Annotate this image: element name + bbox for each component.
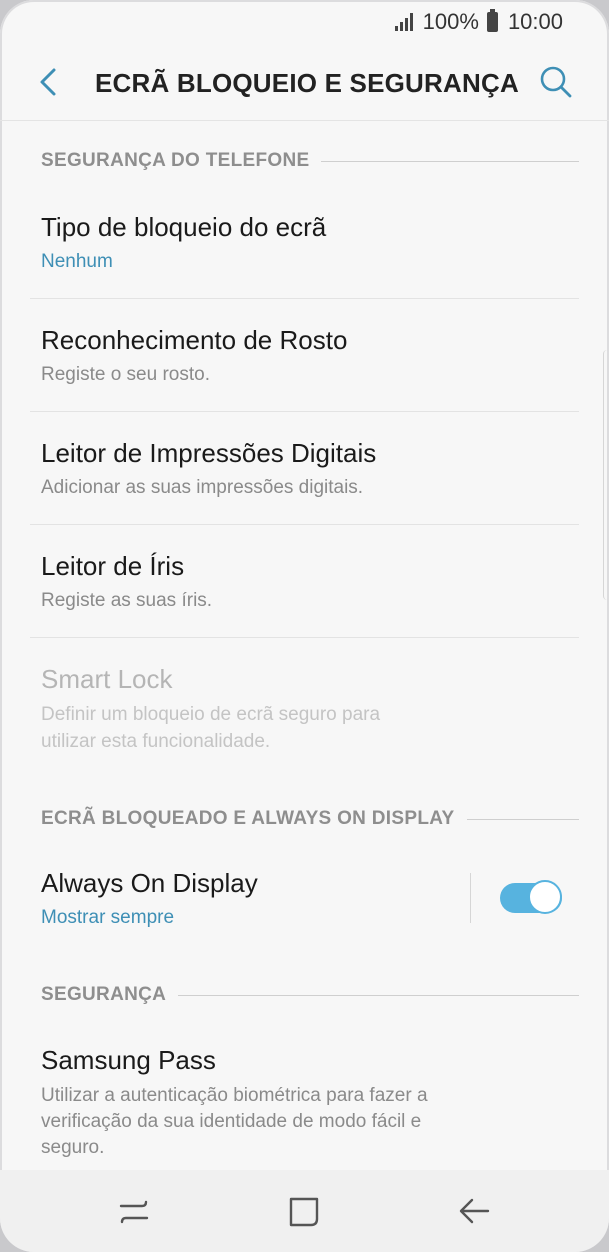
- setting-title: Leitor de Impressões Digitais: [41, 438, 377, 468]
- navigation-bar: [0, 1170, 609, 1252]
- section-label: SEGURANÇA DO TELEFONE: [41, 150, 310, 171]
- section-label: SEGURANÇA: [41, 984, 167, 1005]
- setting-subtitle: Registe o seu rosto.: [41, 364, 210, 385]
- toggle-knob: [528, 880, 562, 914]
- search-icon: [540, 66, 572, 98]
- setting-always-on-display[interactable]: Always On Display Mostrar sempre: [0, 856, 459, 954]
- setting-title: Tipo de bloqueio do ecrã: [41, 212, 327, 242]
- setting-face-recognition[interactable]: Reconhecimento de Rosto Registe o seu ro…: [0, 313, 609, 411]
- back-arrow-icon: [40, 68, 56, 96]
- home-icon: [289, 1197, 319, 1227]
- section-header-lock-screen-aod: ECRÃ BLOQUEADO E ALWAYS ON DISPLAY: [41, 808, 579, 830]
- setting-screen-lock-type[interactable]: Tipo de bloqueio do ecrã Nenhum: [0, 200, 609, 298]
- nav-back-icon: [459, 1198, 490, 1224]
- setting-subtitle-line2: verificação da sua identidade de modo fá…: [41, 1111, 422, 1132]
- recent-apps-icon: [119, 1200, 149, 1224]
- recent-apps-button[interactable]: [112, 1190, 156, 1234]
- setting-title: Always On Display: [41, 868, 258, 898]
- page-title: ECRÃ BLOQUEIO E SEGURANÇA: [95, 68, 519, 98]
- setting-subtitle: Nenhum: [41, 251, 113, 272]
- section-divider: [178, 994, 579, 996]
- section-header-security: SEGURANÇA: [41, 984, 579, 1006]
- divider: [30, 411, 579, 412]
- setting-title: Smart Lock: [41, 664, 173, 694]
- status-bar: 100% 10:00: [0, 0, 609, 44]
- toggle-separator: [470, 873, 471, 923]
- battery-icon: [486, 9, 498, 32]
- setting-fingerprint[interactable]: Leitor de Impressões Digitais Adicionar …: [0, 426, 609, 524]
- setting-subtitle: Registe as suas íris.: [41, 590, 213, 611]
- section-divider: [466, 818, 579, 820]
- nav-back-button[interactable]: [452, 1190, 496, 1234]
- divider: [30, 637, 579, 638]
- divider: [30, 524, 579, 525]
- clock: 10:00: [507, 9, 563, 34]
- setting-subtitle: Mostrar sempre: [41, 907, 175, 928]
- home-button[interactable]: [282, 1190, 326, 1234]
- setting-subtitle-line3: seguro.: [41, 1137, 105, 1158]
- section-header-phone-security: SEGURANÇA DO TELEFONE: [41, 150, 579, 172]
- app-bar: ECRÃ BLOQUEIO E SEGURANÇA: [0, 44, 609, 121]
- phone-screen: 100% 10:00 ECRÃ BLOQUEIO E SEGURANÇA SEG…: [0, 0, 609, 1252]
- section-divider: [321, 160, 579, 162]
- back-button[interactable]: [30, 62, 70, 102]
- setting-samsung-pass[interactable]: Samsung Pass Utilizar a autenticação bio…: [0, 1033, 609, 1163]
- setting-subtitle-line2: utilizar esta funcionalidade.: [41, 731, 271, 752]
- setting-title: Reconhecimento de Rosto: [41, 325, 348, 355]
- setting-iris[interactable]: Leitor de Íris Registe as suas íris.: [0, 539, 609, 637]
- setting-smart-lock[interactable]: Smart Lock Definir um bloqueio de ecrã s…: [0, 652, 609, 772]
- divider: [30, 298, 579, 299]
- always-on-display-toggle[interactable]: [500, 880, 564, 916]
- setting-subtitle: Adicionar as suas impressões digitais.: [41, 477, 364, 498]
- setting-subtitle-line1: Definir um bloqueio de ecrã seguro para: [41, 704, 381, 725]
- setting-title: Leitor de Íris: [41, 551, 185, 581]
- battery-percent: 100%: [422, 9, 479, 34]
- search-button[interactable]: [535, 62, 575, 102]
- signal-icon: [394, 13, 413, 31]
- edge-panel-handle[interactable]: [603, 350, 609, 600]
- setting-subtitle-line1: Utilizar a autenticação biométrica para …: [41, 1085, 428, 1106]
- section-label: ECRÃ BLOQUEADO E ALWAYS ON DISPLAY: [41, 808, 455, 829]
- setting-title: Samsung Pass: [41, 1045, 216, 1075]
